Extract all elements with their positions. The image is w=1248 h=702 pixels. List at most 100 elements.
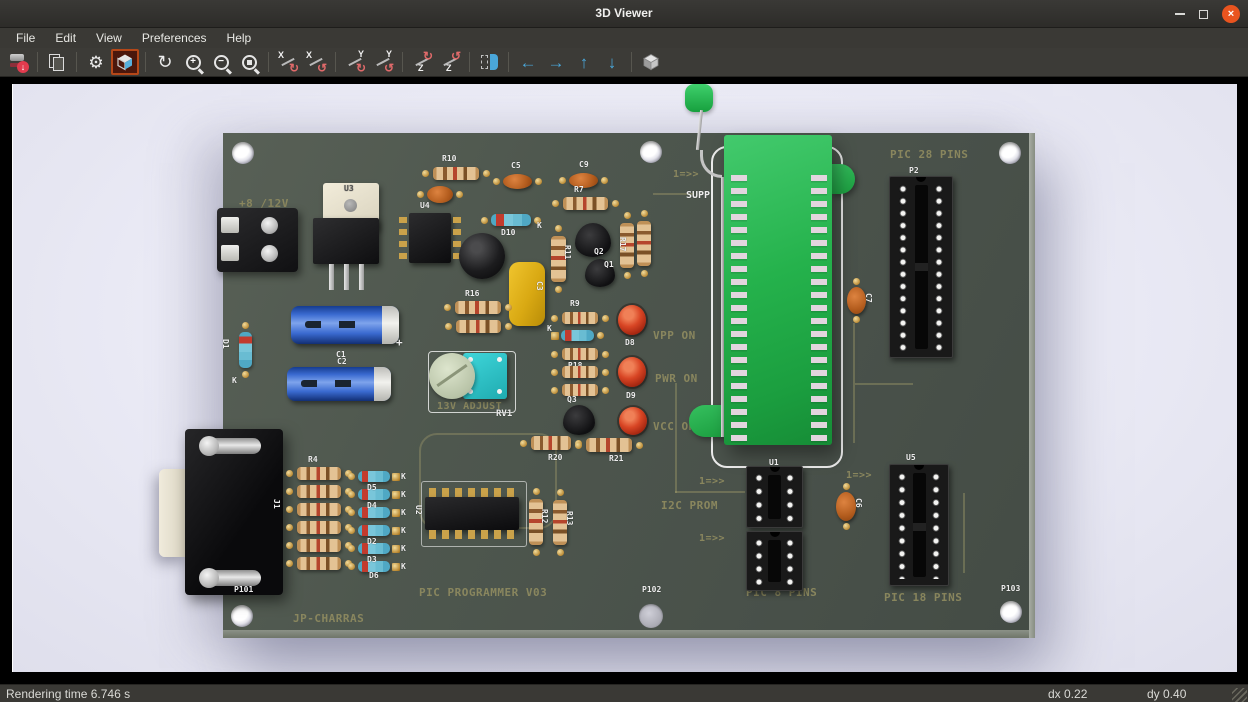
resize-grip[interactable] [1232,688,1247,702]
ref-u2: U2 [414,505,423,515]
resistor [637,221,651,266]
arrow-left-icon: ← [520,54,537,71]
pcb-edge [1029,133,1035,638]
socket-u5 [889,464,949,586]
zoom-fit-icon [242,55,257,70]
zoom-in-icon: + [186,55,201,70]
toolbar-separator [37,52,38,72]
resistor-r21 [586,438,632,452]
ref-u3: U3 [344,184,354,193]
maximize-button[interactable] [1199,10,1208,19]
menu-file[interactable]: File [6,29,45,47]
socket-p2 [889,176,953,358]
diode-d2 [358,525,390,536]
toolbar-separator [631,52,632,72]
capacitor-c5 [503,174,532,189]
menu-preferences[interactable]: Preferences [132,29,217,47]
close-button[interactable]: × [1222,5,1240,23]
menu-help[interactable]: Help [217,29,262,47]
zoom-out-button[interactable]: − [208,49,234,75]
led-d8 [618,305,646,335]
ref-d2: D2 [367,537,377,546]
silkscreen-author: JP-CHARRAS [293,612,364,625]
orthographic-toggle-button[interactable] [638,49,664,75]
resistor [297,503,341,516]
resistor-r4 [297,467,341,480]
ref-p103: P103 [1001,584,1020,593]
ref-d3: D3 [367,555,377,564]
redraw-button[interactable]: ↻ [152,49,178,75]
zif-slots-left [731,175,747,448]
arrow-right-icon: → [548,54,565,71]
ref-p102: P102 [642,585,661,594]
move-left-button[interactable]: ← [515,49,541,75]
statusbar: Rendering time 6.746 s dx 0.22 dy 0.40 [0,684,1248,702]
db9-screw-head [199,568,219,588]
flip-board-icon [481,55,498,69]
led-d9 [618,357,646,387]
ic-u2 [425,497,519,530]
minimize-button[interactable] [1175,13,1185,15]
ic-u2-pins [429,488,515,497]
move-right-button[interactable]: → [543,49,569,75]
toolbar-separator [76,52,77,72]
regulator-leg [329,264,334,290]
toolbar-separator [145,52,146,72]
ic-u2-pins [429,530,515,539]
silkscreen-pwr-label: PWR ON [655,372,698,385]
rotate-x-cw-button[interactable]: X↻ [275,49,301,75]
reload-board-button[interactable]: ↓ [5,49,31,75]
rotate-y-ccw-button[interactable]: Y↺ [370,49,396,75]
menu-edit[interactable]: Edit [45,29,86,47]
rotate-y-cw-button[interactable]: Y↻ [342,49,368,75]
ref-c7: C7 [864,293,873,303]
capacitor-c2 [287,367,391,401]
diode-d10 [491,214,531,226]
ref-r9: R9 [570,299,580,308]
zoom-in-button[interactable]: + [180,49,206,75]
mounting-pad [639,604,663,628]
mounting-hole [640,141,662,163]
zoom-out-icon: − [214,55,229,70]
resistor [297,557,341,570]
ref-k: K [401,526,406,535]
copper-trace [675,383,677,493]
raytracing-toggle-button[interactable] [111,49,139,75]
render-options-button[interactable]: ⚙ [83,49,109,75]
titlebar: 3D Viewer × [0,0,1248,28]
resistor [456,320,501,333]
copy-image-button[interactable] [44,49,70,75]
rotate-x-cw-icon: X↻ [278,52,298,72]
ref-c3: C3 [535,281,544,291]
resistor-r18 [562,348,598,360]
socket-u1 [746,466,803,528]
silkscreen-pin1-marker: 1=>> [846,470,872,481]
ref-q3: Q3 [567,395,577,404]
copy-icon [49,54,65,71]
rotate-z-ccw-button[interactable]: Z↺ [437,49,463,75]
rotate-x-ccw-button[interactable]: X↺ [303,49,329,75]
move-down-button[interactable]: ↓ [599,49,625,75]
3d-viewport-frame: +8 /12V 13V ADJUST VPP ON PWR ON VCC ON … [0,77,1248,684]
ref-u4: U4 [420,201,430,210]
rotate-x-ccw-icon: X↺ [306,52,326,72]
zoom-fit-button[interactable] [236,49,262,75]
flip-board-button[interactable] [476,49,502,75]
terminal-screw [261,217,278,234]
toolbar-separator [335,52,336,72]
move-up-button[interactable]: ↑ [571,49,597,75]
ref-r4: R4 [308,455,318,464]
window-title: 3D Viewer [0,6,1248,20]
menu-view[interactable]: View [86,29,132,47]
ref-d8: D8 [625,338,635,347]
mounting-hole [999,142,1021,164]
rotate-z-cw-icon: Z↻ [412,52,432,72]
rendering-time-status: Rendering time 6.746 s [6,687,130,701]
silkscreen-vpp-label: VPP ON [653,329,696,342]
ref-r17: R17 [618,237,627,251]
resistor [297,521,341,534]
toolbar-separator [469,52,470,72]
rotate-z-cw-button[interactable]: Z↻ [409,49,435,75]
reload-board-icon: ↓ [9,53,27,71]
3d-viewport[interactable]: +8 /12V 13V ADJUST VPP ON PWR ON VCC ON … [12,84,1237,672]
